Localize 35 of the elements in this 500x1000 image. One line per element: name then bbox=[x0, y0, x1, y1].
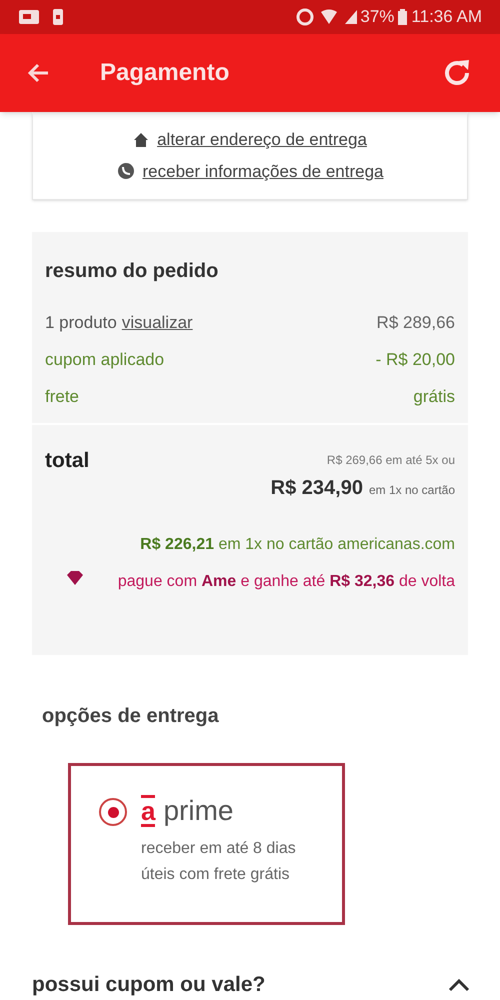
summary-value: R$ 289,66 bbox=[376, 312, 455, 334]
summary-label: 1 produto bbox=[45, 312, 117, 334]
section-title: opções de entrega bbox=[42, 704, 220, 729]
summary-value: grátis bbox=[413, 386, 455, 408]
wifi-icon bbox=[320, 9, 338, 25]
delivery-option-card[interactable]: a prime receber em até 8 dias úteis com frete grátis bbox=[68, 763, 345, 925]
brand-mark: a bbox=[141, 795, 156, 827]
total-label: total bbox=[45, 448, 90, 474]
section-title: possui cupom ou vale? bbox=[32, 972, 266, 998]
battery-percent: 37% bbox=[360, 6, 394, 28]
summary-value: - R$ 20,00 bbox=[376, 348, 455, 371]
phone-icon bbox=[52, 8, 64, 26]
chat-icon bbox=[116, 162, 134, 180]
delivery-link[interactable]: alterar endereço de entrega bbox=[157, 127, 367, 152]
delivery-link[interactable]: receber informações de entrega bbox=[142, 158, 384, 184]
screen-title: Pagamento bbox=[100, 58, 230, 88]
chevron-icon[interactable] bbox=[448, 978, 470, 992]
view-link[interactable]: visualizar bbox=[122, 310, 193, 336]
home-icon bbox=[133, 132, 150, 148]
total-value: R$ 234,90 bbox=[270, 476, 363, 501]
option-name: prime bbox=[163, 794, 234, 828]
section-title: resumo do pedido bbox=[45, 259, 220, 284]
summary-label: frete bbox=[45, 386, 80, 408]
clock: 11:36 AM bbox=[411, 6, 482, 28]
option-description: receber em até 8 dias úteis com frete grátis bbox=[141, 839, 297, 885]
summary-label: cupom aplicado bbox=[45, 348, 164, 371]
total-note: em 1x no cartão bbox=[368, 482, 455, 499]
ame-offer-text: pague com Ame e ganhe até R$ 32,36 de volta bbox=[116, 572, 455, 592]
radio-button[interactable] bbox=[99, 798, 127, 826]
card-offer-text: R$ 226,21 em 1x no cartão americanas.com bbox=[139, 535, 455, 555]
image-icon bbox=[18, 9, 40, 25]
signal-icon bbox=[344, 9, 358, 25]
battery-icon bbox=[398, 9, 408, 25]
installments-text: R$ 269,66 em até 5x ou bbox=[326, 452, 455, 469]
gem-icon bbox=[66, 571, 84, 585]
